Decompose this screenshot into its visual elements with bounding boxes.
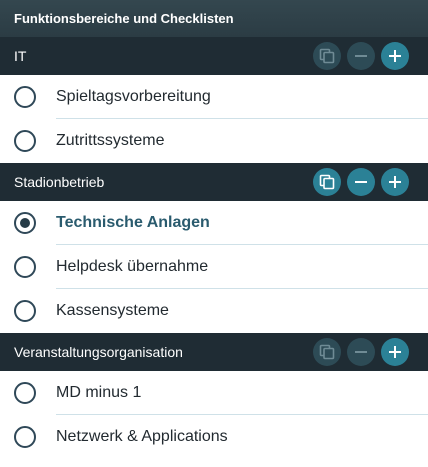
copy-icon (319, 174, 335, 190)
section-header-veranstaltungsorganisation: Veranstaltungsorganisation (0, 333, 428, 371)
remove-section-item-button[interactable] (347, 42, 375, 70)
minus-icon (355, 55, 367, 57)
plus-icon (389, 346, 401, 358)
list-item[interactable]: Spieltagsvorbereitung (0, 75, 428, 119)
plus-icon (389, 50, 401, 62)
item-label: Netzwerk & Applications (56, 428, 228, 445)
section-title: IT (14, 48, 27, 64)
section-title: Stadionbetrieb (14, 174, 105, 190)
item-label: Zutrittssysteme (56, 132, 165, 149)
minus-icon (355, 351, 367, 353)
radio-button-checked[interactable] (14, 212, 36, 234)
radio-button[interactable] (14, 426, 36, 448)
remove-section-item-button[interactable] (347, 338, 375, 366)
copy-section-button[interactable] (313, 338, 341, 366)
item-label: MD minus 1 (56, 384, 142, 401)
checklist-panel: Funktionsbereiche und Checklisten IT Spi… (0, 0, 428, 467)
radio-button[interactable] (14, 300, 36, 322)
section-actions (313, 168, 409, 196)
radio-button[interactable] (14, 86, 36, 108)
radio-button[interactable] (14, 256, 36, 278)
copy-icon (319, 48, 335, 64)
section-header-stadionbetrieb: Stadionbetrieb (0, 163, 428, 201)
plus-icon (389, 176, 401, 188)
item-label: Kassensysteme (56, 302, 169, 319)
radio-button[interactable] (14, 382, 36, 404)
copy-section-button[interactable] (313, 42, 341, 70)
minus-icon (355, 181, 367, 183)
item-label: Spieltagsvorbereitung (56, 88, 211, 105)
list-item-selected[interactable]: Technische Anlagen (0, 201, 428, 245)
list-item[interactable]: Kassensysteme (0, 289, 428, 333)
add-section-item-button[interactable] (381, 168, 409, 196)
add-section-item-button[interactable] (381, 338, 409, 366)
remove-section-item-button[interactable] (347, 168, 375, 196)
list-item[interactable]: Helpdesk übernahme (0, 245, 428, 289)
radio-button[interactable] (14, 130, 36, 152)
section-actions (313, 338, 409, 366)
item-label: Helpdesk übernahme (56, 258, 209, 275)
section-title: Veranstaltungsorganisation (14, 344, 183, 360)
copy-icon (319, 344, 335, 360)
section-header-it: IT (0, 37, 428, 75)
list-item[interactable]: Zutrittssysteme (0, 119, 428, 163)
add-section-item-button[interactable] (381, 42, 409, 70)
list-item[interactable]: Netzwerk & Applications (0, 415, 428, 459)
radio-dot (20, 218, 30, 228)
section-actions (313, 42, 409, 70)
list-item[interactable]: MD minus 1 (0, 371, 428, 415)
copy-section-button[interactable] (313, 168, 341, 196)
item-label: Technische Anlagen (56, 214, 210, 231)
panel-title: Funktionsbereiche und Checklisten (0, 0, 428, 37)
